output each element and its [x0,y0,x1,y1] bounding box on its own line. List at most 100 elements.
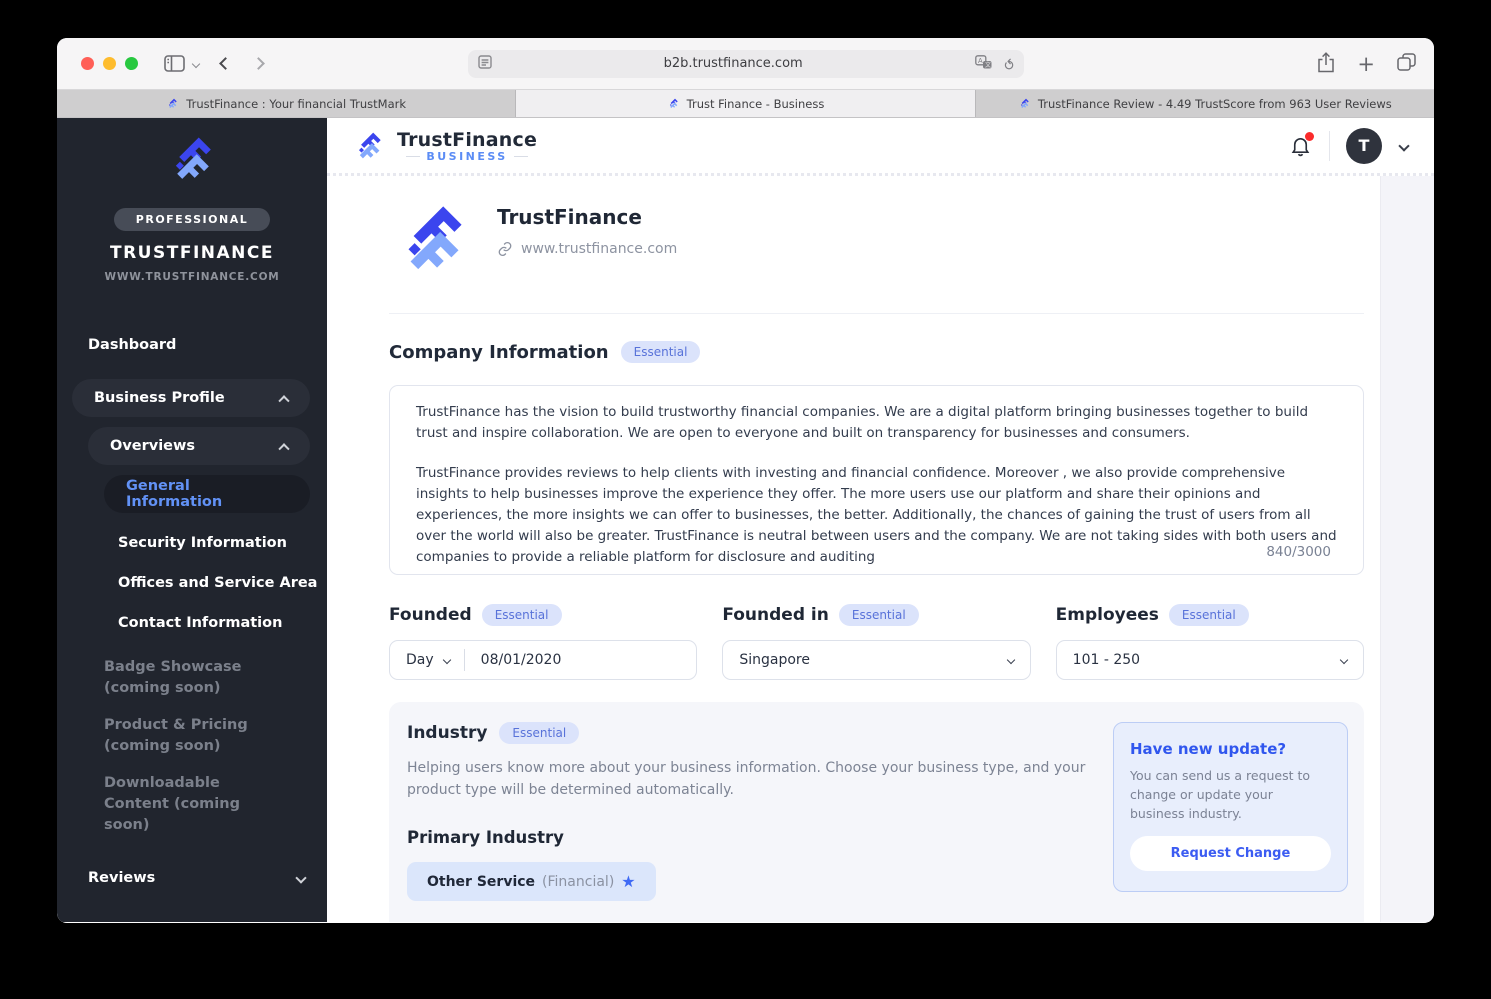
essential-badge: Essential [481,604,562,626]
char-counter: 840/3000 [1266,544,1331,560]
divider [463,649,465,671]
founded-date-value[interactable]: 08/01/2020 [481,652,562,668]
employees-select[interactable]: 101 - 250 [1055,640,1364,680]
employees-label: Employees [1055,605,1159,625]
brand: TrustFinance BUSINESS [351,128,537,164]
new-tab-icon[interactable]: + [1357,53,1375,75]
tab-title: Trust Finance - Business [686,96,825,111]
sidebar-item-downloadable-content: Downloadable Content (coming soon) [104,775,240,834]
brand-sub-label: BUSINESS [426,149,508,163]
update-request-box: Have new update? You can send us a reque… [1113,722,1348,892]
trustfinance-logo [169,137,219,186]
chevron-up-icon [278,395,290,407]
tab-trustmark[interactable]: TrustFinance : Your financial TrustMark [57,90,517,117]
sidebar-company-website: WWW.TRUSTFINANCE.COM [104,271,280,283]
forward-button[interactable] [252,57,265,70]
company-website-text: www.trustfinance.com [521,241,678,257]
sidebar-company-name: TRUSTFINANCE [110,243,274,263]
primary-industry-chip[interactable]: Other Service (Financial) ★ [407,862,656,902]
scrollbar-gutter[interactable] [1380,176,1434,922]
sidebar-item-contact-information[interactable]: Contact Information [57,603,327,643]
divider [406,155,421,157]
link-icon [498,241,512,257]
page-content: TrustFinance www.trustfinance.com Compan… [327,176,1380,922]
tab-business-active[interactable]: Trust Finance - Business [516,90,976,117]
request-change-button[interactable]: Request Change [1130,836,1331,872]
sidebar-item-reviews[interactable]: Reviews [57,858,327,898]
translate-icon[interactable]: A 文 [974,54,992,73]
app-header: TrustFinance BUSINESS T [327,118,1434,176]
back-button[interactable] [219,57,232,70]
share-icon[interactable] [1317,51,1335,77]
chevron-up-icon [278,443,290,455]
browser-window: b2b.trustfinance.com A 文 ⟳ + TrustFinanc… [57,38,1434,923]
primary-industry-label: Primary Industry [407,828,564,848]
avatar[interactable]: T [1346,127,1382,164]
industry-title: Industry [407,723,488,743]
founded-unit-select[interactable]: Day [406,652,434,668]
sidebar-item-offices-service-area[interactable]: Offices and Service Area [57,563,327,603]
browser-titlebar: b2b.trustfinance.com A 文 ⟳ + [57,38,1434,90]
tab-overview-icon[interactable] [1397,53,1416,75]
essential-badge: Essential [620,341,701,363]
employees-value: 101 - 250 [1072,652,1141,668]
address-bar[interactable]: b2b.trustfinance.com A 文 ⟳ [467,49,1024,78]
sidebar-item-label: Reviews [88,870,156,887]
close-window-button[interactable] [81,57,94,70]
tab-title: TrustFinance Review - 4.49 TrustScore fr… [1037,96,1392,111]
primary-industry-value: Other Service [427,873,536,890]
company-information-title: Company Information [389,341,609,363]
industry-description: Helping users know more about your busin… [407,760,1086,798]
tab-review[interactable]: TrustFinance Review - 4.49 TrustScore fr… [975,90,1434,117]
sidebar-item-general-information[interactable]: General Information [104,475,310,513]
essential-badge: Essential [838,604,919,626]
industry-section: Industry Essential Helping users know mo… [389,702,1364,922]
founded-date-field[interactable]: Day 08/01/2020 [389,640,698,680]
sidebar-item-customer[interactable]: Customer [57,916,327,922]
divider [1329,130,1330,161]
sidebar-item-security-information[interactable]: Security Information [57,523,327,563]
trustfinance-favicon [1019,98,1031,110]
founded-in-select[interactable]: Singapore [722,640,1031,680]
company-logo [399,206,473,280]
update-box-title: Have new update? [1130,740,1287,758]
primary-industry-note: (Financial) [542,873,615,890]
sidebar-item-label: General Information [126,478,223,510]
chevron-down-icon [442,655,451,665]
essential-badge: Essential [1168,604,1249,626]
zoom-window-button[interactable] [125,57,138,70]
sidebar-item-business-profile[interactable]: Business Profile [72,379,310,417]
company-website-link[interactable]: www.trustfinance.com [497,241,677,257]
founded-in-label: Founded in [722,605,829,625]
url-text[interactable]: b2b.trustfinance.com [492,56,975,71]
sidebar-toggle-icon[interactable] [164,55,185,72]
divider [389,313,1364,314]
description-paragraph: TrustFinance provides reviews to help cl… [416,464,1337,565]
sidebar-item-badge-showcase: Badge Showcase (coming soon) [104,659,242,697]
sidebar-item-dashboard[interactable]: Dashboard [57,325,327,365]
account-chevron-icon[interactable] [1398,139,1410,152]
reload-icon[interactable]: ⟳ [1000,58,1016,70]
sidebar-item-label: Overviews [110,438,196,454]
founded-label: Founded [389,605,472,625]
trustfinance-favicon [668,98,680,110]
chevron-down-icon [1339,655,1349,665]
trustfinance-logo [355,132,386,163]
sidebar-item-product-pricing: Product & Pricing (coming soon) [104,717,248,755]
minimize-window-button[interactable] [103,57,116,70]
divider [513,155,528,157]
update-box-text: You can send us a request to change or u… [1130,768,1311,821]
svg-text:文: 文 [985,61,991,69]
description-paragraph: TrustFinance has the vision to build tru… [416,404,1309,441]
notifications-button[interactable] [1289,131,1314,158]
svg-text:A: A [978,58,983,65]
traffic-lights [81,57,138,70]
reader-icon[interactable] [477,54,492,73]
essential-badge: Essential [499,722,580,744]
company-description-textarea[interactable]: TrustFinance has the vision to build tru… [389,385,1364,575]
company-name: TrustFinance [497,205,642,229]
sidebar: PROFESSIONAL TRUSTFINANCE WWW.TRUSTFINAN… [57,118,327,922]
sidebar-chevron-icon[interactable] [191,59,201,68]
brand-name: TrustFinance [397,128,538,151]
sidebar-item-overviews[interactable]: Overviews [88,427,310,465]
